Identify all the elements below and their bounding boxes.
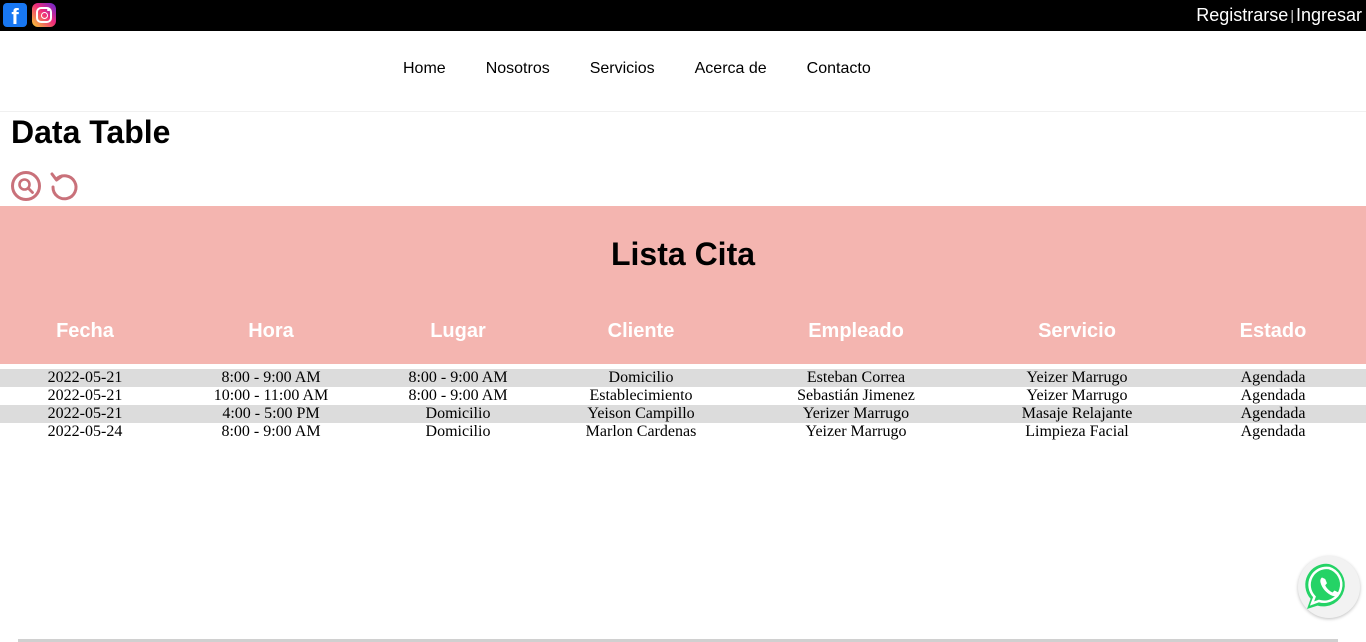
column-header-lugar[interactable]: Lugar <box>430 320 486 343</box>
nav-item-nosotros[interactable]: Nosotros <box>466 60 570 78</box>
cell-hora: 4:00 - 5:00 PM <box>222 405 320 422</box>
cell-lugar: 8:00 - 9:00 AM <box>408 387 508 404</box>
nav-item-acerca-de[interactable]: Acerca de <box>675 60 787 78</box>
column-header-hora[interactable]: Hora <box>248 320 294 343</box>
column-header-estado[interactable]: Estado <box>1240 320 1307 343</box>
whatsapp-button[interactable] <box>1298 556 1360 618</box>
table-body: 2022-05-21 8:00 - 9:00 AM 8:00 - 9:00 AM… <box>0 369 1366 441</box>
cell-estado: Agendada <box>1240 369 1306 386</box>
cell-estado: Agendada <box>1240 387 1306 404</box>
social-links: f <box>3 3 56 27</box>
cell-estado: Agendada <box>1240 405 1306 422</box>
cell-servicio: Limpieza Facial <box>1025 423 1129 440</box>
nav-item-servicios[interactable]: Servicios <box>570 60 675 78</box>
cell-empleado: Sebastián Jimenez <box>797 387 915 404</box>
cell-empleado: Yeizer Marrugo <box>805 423 907 440</box>
cell-fecha: 2022-05-21 <box>47 387 123 404</box>
table-row: 2022-05-21 10:00 - 11:00 AM 8:00 - 9:00 … <box>0 387 1366 405</box>
column-header-fecha[interactable]: Fecha <box>56 320 114 343</box>
cell-hora: 8:00 - 9:00 AM <box>221 423 321 440</box>
cell-cliente: Marlon Cardenas <box>585 423 697 440</box>
table-header-panel: Lista Cita Fecha Hora Lugar Cliente Empl… <box>0 206 1366 364</box>
top-bar: f Registrarse | Ingresar <box>0 0 1366 31</box>
auth-separator: | <box>1290 7 1294 23</box>
cell-servicio: Yeizer Marrugo <box>1026 369 1128 386</box>
column-header-cliente[interactable]: Cliente <box>608 320 675 343</box>
table-tools <box>10 170 80 202</box>
cell-hora: 8:00 - 9:00 AM <box>221 369 321 386</box>
search-icon[interactable] <box>10 170 42 202</box>
cell-servicio: Yeizer Marrugo <box>1026 387 1128 404</box>
cell-estado: Agendada <box>1240 423 1306 440</box>
cell-fecha: 2022-05-21 <box>47 405 123 422</box>
cell-lugar: 8:00 - 9:00 AM <box>408 369 508 386</box>
cell-empleado: Esteban Correa <box>806 369 906 386</box>
auth-links: Registrarse | Ingresar <box>1196 5 1362 25</box>
table-row: 2022-05-21 4:00 - 5:00 PM Domicilio Yeis… <box>0 405 1366 423</box>
cell-servicio: Masaje Relajante <box>1021 405 1133 422</box>
table-row: 2022-05-21 8:00 - 9:00 AM 8:00 - 9:00 AM… <box>0 369 1366 387</box>
column-header-empleado[interactable]: Empleado <box>808 320 904 343</box>
column-header-servicio[interactable]: Servicio <box>1038 320 1116 343</box>
facebook-icon[interactable]: f <box>3 3 27 27</box>
instagram-icon[interactable] <box>32 3 56 27</box>
register-link[interactable]: Registrarse <box>1196 5 1288 25</box>
cell-cliente: Establecimiento <box>589 387 693 404</box>
cell-cliente: Yeison Campillo <box>587 405 695 422</box>
nav-item-contacto[interactable]: Contacto <box>787 60 891 78</box>
table-header-row: Fecha Hora Lugar Cliente Empleado Servic… <box>0 320 1366 344</box>
cell-cliente: Domicilio <box>608 369 674 386</box>
cell-lugar: Domicilio <box>425 423 491 440</box>
whatsapp-icon <box>1305 563 1345 609</box>
cell-fecha: 2022-05-24 <box>47 423 123 440</box>
table-title: Lista Cita <box>610 236 756 272</box>
cell-empleado: Yerizer Marrugo <box>802 405 910 422</box>
nav-item-home[interactable]: Home <box>383 60 466 78</box>
page-title: Data Table <box>11 114 171 150</box>
cell-fecha: 2022-05-21 <box>47 369 123 386</box>
main-nav: Home Nosotros Servicios Acerca de Contac… <box>0 31 1366 112</box>
refresh-icon[interactable] <box>48 170 80 202</box>
table-row: 2022-05-24 8:00 - 9:00 AM Domicilio Marl… <box>0 423 1366 441</box>
cell-lugar: Domicilio <box>425 405 491 422</box>
cell-hora: 10:00 - 11:00 AM <box>213 387 329 404</box>
login-link[interactable]: Ingresar <box>1296 5 1362 25</box>
